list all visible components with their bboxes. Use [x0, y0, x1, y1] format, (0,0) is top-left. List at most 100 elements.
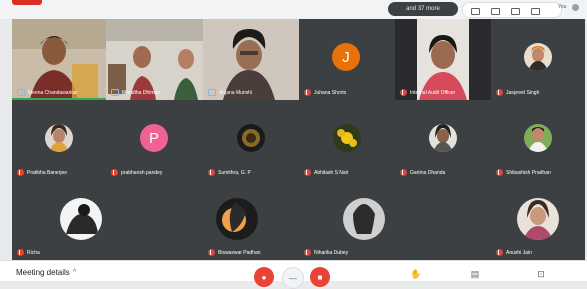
present-now-icon[interactable]: ⊡ [536, 269, 546, 279]
mic-muted-icon [400, 89, 407, 96]
participant-name: Garima Dhanda [410, 169, 446, 176]
participant-tile[interactable]: J Juhana Shorts [299, 19, 395, 100]
chevron-up-icon: ^ [72, 269, 77, 276]
participant-name-row: Jaspreet Singh [496, 89, 539, 96]
mic-muted-icon [304, 169, 311, 176]
participant-name: Sumithra, G. P [218, 169, 251, 176]
more-icon [111, 89, 119, 96]
self-label: You [558, 4, 567, 10]
more-options-icon[interactable] [531, 8, 540, 15]
mic-muted-icon [304, 249, 311, 256]
mic-muted-icon [496, 249, 503, 256]
participant-tile[interactable]: Garima Dhanda [395, 100, 491, 180]
participant-name-row: Internal Audit Officer [400, 89, 455, 96]
participant-photo-avatar [237, 124, 265, 152]
pin-icon [17, 89, 25, 96]
participant-tile[interactable]: Anjana Munshi [203, 19, 299, 100]
raise-hand-icon[interactable]: ✋ [410, 269, 421, 279]
avatar-letter: J [342, 48, 350, 66]
participant-name: Moraltha Dhiman [122, 89, 161, 96]
avatar-letter: P [148, 129, 159, 147]
participant-name: Richa [27, 249, 40, 256]
participant-name: Biswaswar Padhan [218, 249, 261, 256]
participant-letter-avatar: J [332, 43, 360, 71]
participant-name-row: Shibashish Pradhan [496, 169, 551, 176]
layout-icon[interactable] [511, 8, 520, 15]
participant-name: Jaspreet Singh [506, 89, 540, 96]
participant-tile[interactable]: Moraltha Dhiman [106, 19, 203, 100]
participant-name-row: Juhana Shorts [304, 89, 346, 96]
mic-muted-icon [208, 249, 215, 256]
participant-grid: Meena Chandawarkar Moraltha Dhiman Anjan… [12, 19, 585, 260]
participant-name-row: Sumithra, G. P [208, 169, 251, 176]
mic-muted-icon [17, 169, 24, 176]
camera-off-button[interactable]: ■ [310, 267, 330, 287]
participant-name-row: Richa [17, 249, 40, 256]
participant-video [203, 19, 299, 100]
present-icon[interactable] [491, 8, 500, 15]
participant-video [395, 19, 491, 100]
participant-photo-avatar [343, 198, 385, 240]
mic-muted-icon [111, 169, 118, 176]
meeting-top-bar: and 37 more You [0, 0, 587, 19]
participant-name: Niharika Dubey [314, 249, 349, 256]
call-end-button[interactable]: — [282, 267, 304, 289]
participant-name-row: Anushi Jain [496, 249, 532, 256]
participant-tile[interactable]: Meena Chandawarkar [12, 19, 106, 100]
participant-tile[interactable]: Abhilash S Nair [299, 100, 395, 180]
participant-photo-avatar [524, 124, 552, 152]
participant-photo-avatar [524, 43, 552, 71]
meeting-control-bar: Meeting details ^ ● — ■ ✋ ▤ ⊡ [0, 260, 587, 289]
participant-video [12, 19, 106, 100]
participant-name-row: prabhansh pandey [111, 169, 162, 176]
participant-letter-avatar: P [140, 124, 168, 152]
participant-name: Pratibha Banerjee [27, 169, 68, 176]
participant-tile[interactable]: Internal Audit Officer [395, 19, 491, 100]
participant-photo-avatar [45, 124, 73, 152]
participant-name: Abhilash S Nair [314, 169, 349, 176]
captions-icon[interactable] [471, 8, 480, 15]
participants-pill[interactable]: and 37 more [388, 2, 458, 16]
participant-name: Anushi Jain [506, 249, 532, 256]
participant-tile[interactable]: Jaspreet Singh [491, 19, 585, 100]
participant-tile[interactable]: Pratibha Banerjee [12, 100, 106, 180]
mic-off-icon: ● [261, 272, 267, 282]
top-controls-pill [462, 2, 562, 18]
participant-video [106, 19, 203, 100]
meeting-details-label: Meeting details [16, 268, 70, 277]
participant-name: prabhansh pandey [121, 169, 163, 176]
mic-muted-icon [496, 89, 503, 96]
participant-tile[interactable]: Niharika Dubey [299, 180, 491, 260]
participant-name-row: Meena Chandawarkar [17, 89, 77, 96]
participant-name: Internal Audit Officer [410, 89, 456, 96]
meeting-details-button[interactable]: Meeting details ^ [16, 268, 76, 277]
participant-name-row: Moraltha Dhiman [111, 89, 160, 96]
participant-name-row: Pratibha Banerjee [17, 169, 67, 176]
participant-name: Shibashish Pradhan [506, 169, 551, 176]
participant-photo-avatar [60, 198, 102, 240]
mic-muted-icon [304, 89, 311, 96]
participant-photo-avatar [517, 198, 559, 240]
mic-muted-icon [17, 249, 24, 256]
participant-name-row: Garima Dhanda [400, 169, 445, 176]
participant-name: Meena Chandawarkar [28, 89, 78, 96]
participant-tile[interactable]: Shibashish Pradhan [491, 100, 585, 180]
more-icon [208, 89, 216, 96]
participant-tile[interactable]: Sumithra, G. P [203, 100, 299, 180]
camera-off-icon: ■ [317, 272, 323, 282]
participant-tile[interactable]: Biswaswar Padhan [203, 180, 299, 260]
mic-muted-icon [496, 169, 503, 176]
participant-tile[interactable]: Anushi Jain [491, 180, 585, 260]
participant-tile[interactable]: P prabhansh pandey [106, 100, 203, 180]
mic-off-button[interactable]: ● [254, 267, 274, 287]
recording-indicator [12, 0, 42, 5]
self-avatar[interactable] [572, 4, 579, 11]
participant-tile[interactable]: Richa [12, 180, 203, 260]
participant-photo-avatar [216, 198, 258, 240]
participant-name-row: Abhilash S Nair [304, 169, 348, 176]
mic-muted-icon [400, 169, 407, 176]
captions-icon[interactable]: ▤ [470, 269, 480, 279]
participant-photo-avatar [333, 124, 361, 152]
call-end-icon: — [289, 273, 297, 283]
participant-name-row: Anjana Munshi [208, 89, 252, 96]
